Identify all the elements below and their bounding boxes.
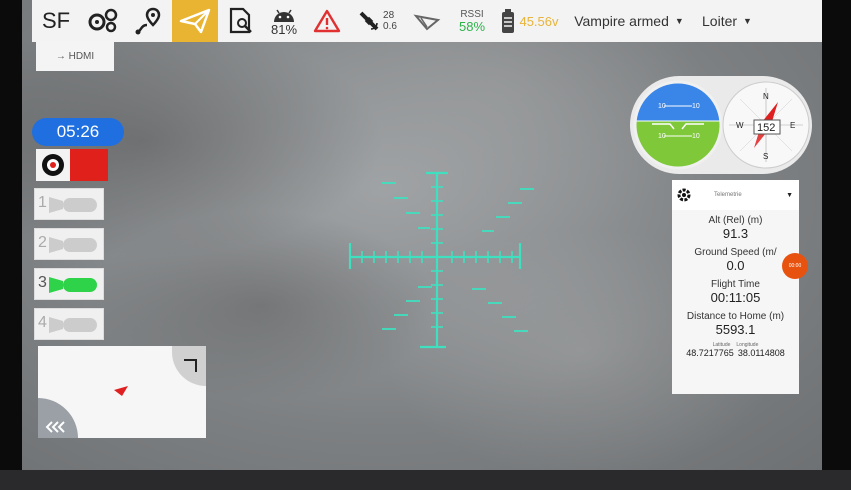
- telemetry-link-icon[interactable]: [404, 0, 450, 42]
- route-pin-icon[interactable]: [126, 0, 172, 42]
- analyze-document-icon[interactable]: [218, 0, 264, 42]
- vehicle-state-dropdown[interactable]: Vampire armed ▼: [566, 0, 692, 42]
- top-toolbar: SF 81% 28 0.6 RSSI 58% 45.56v Vampire ar…: [32, 0, 822, 42]
- flight-mode-dropdown[interactable]: Loiter ▼: [692, 0, 762, 42]
- compass-e: E: [790, 121, 795, 130]
- orange-status-badge[interactable]: 00:00: [782, 253, 808, 279]
- vehicle-state-label: Vampire armed: [574, 13, 669, 29]
- compass-w: W: [736, 121, 744, 130]
- satellite-count: 28: [383, 10, 395, 21]
- instrument-cluster: 10 10 10 10 N E S W 152: [630, 76, 812, 174]
- flight-timer: 05:26: [32, 118, 124, 146]
- brand-logo: SF: [41, 8, 71, 33]
- vehicle-marker-icon: [114, 386, 128, 396]
- flight-time-label: Flight Time: [711, 279, 760, 290]
- compass-n: N: [763, 92, 769, 101]
- chevron-down-icon: ▼: [743, 16, 752, 26]
- flight-mode-label: Loiter: [702, 13, 738, 29]
- gear-icon[interactable]: [676, 187, 692, 203]
- battery-voltage[interactable]: 45.56v: [494, 0, 566, 42]
- pitch-tick-label: 10: [692, 133, 700, 140]
- heading-value: 152: [757, 122, 775, 134]
- battery-icon: [502, 9, 515, 33]
- mini-map[interactable]: [38, 346, 206, 438]
- satellite-icon: [359, 11, 379, 31]
- longitude-value: 38.0114808: [737, 348, 785, 358]
- motor-number: 1: [38, 194, 47, 211]
- alt-label: Alt (Rel) (m): [708, 215, 763, 226]
- targeting-reticle: [348, 171, 534, 349]
- rssi-value: 58%: [458, 19, 486, 34]
- pitch-tick-label: 10: [658, 103, 666, 110]
- voltage-value: 45.56v: [519, 13, 559, 29]
- telemetry-selector-label: Telemetrie: [714, 192, 742, 198]
- warning-icon[interactable]: [304, 0, 350, 42]
- android-icon: [274, 9, 294, 22]
- motor-1-status[interactable]: 1: [34, 188, 104, 220]
- expand-map-icon[interactable]: [172, 346, 206, 386]
- motor-number: 4: [38, 314, 47, 331]
- ground-speed-label: Ground Speed (m/: [694, 247, 777, 258]
- motor-number: 3: [38, 274, 47, 291]
- attitude-indicator: 10 10 10 10: [633, 80, 723, 170]
- monitor-bezel: [0, 470, 851, 490]
- distance-home-value: 5593.1: [715, 322, 756, 337]
- rssi-indicator[interactable]: RSSI 58%: [450, 0, 494, 42]
- motor-4-status[interactable]: 4: [34, 308, 104, 340]
- alt-value: 91.3: [722, 226, 749, 241]
- collapse-arrows-icon[interactable]: [38, 398, 78, 438]
- video-feed: SF 81% 28 0.6 RSSI 58% 45.56v Vampire ar…: [22, 0, 822, 470]
- gears-icon[interactable]: [80, 0, 126, 42]
- ground-speed-value: 0.0: [726, 258, 745, 273]
- fly-plane-icon[interactable]: [172, 0, 218, 42]
- chevron-down-icon: ▼: [674, 16, 684, 26]
- flight-time-value: 00:11:05: [710, 290, 761, 305]
- latitude-value: 48.7217765: [686, 348, 734, 358]
- motor-number: 2: [38, 234, 47, 251]
- pitch-tick-label: 10: [692, 103, 700, 110]
- telemetry-panel: Telemetrie ▼ Alt (Rel) (m) 91.3 Ground S…: [672, 180, 799, 394]
- motor-3-status[interactable]: 3: [34, 268, 104, 300]
- telemetry-selector[interactable]: Telemetrie ▼: [672, 180, 799, 210]
- hdop-value: 0.6: [383, 21, 397, 32]
- motor-2-status[interactable]: 2: [34, 228, 104, 260]
- compass-s: S: [763, 152, 768, 161]
- pitch-tick-label: 10: [658, 133, 666, 140]
- record-button[interactable]: [36, 148, 108, 182]
- distance-home-label: Distance to Home (m): [686, 311, 785, 322]
- battery-percent: 81%: [270, 21, 298, 37]
- android-battery-indicator[interactable]: 81%: [264, 0, 304, 42]
- gps-status[interactable]: 28 0.6: [350, 0, 404, 42]
- video-source-button[interactable]: → HDMI: [36, 41, 114, 71]
- compass: N E S W 152: [722, 81, 810, 169]
- chevron-down-icon: ▼: [786, 191, 793, 199]
